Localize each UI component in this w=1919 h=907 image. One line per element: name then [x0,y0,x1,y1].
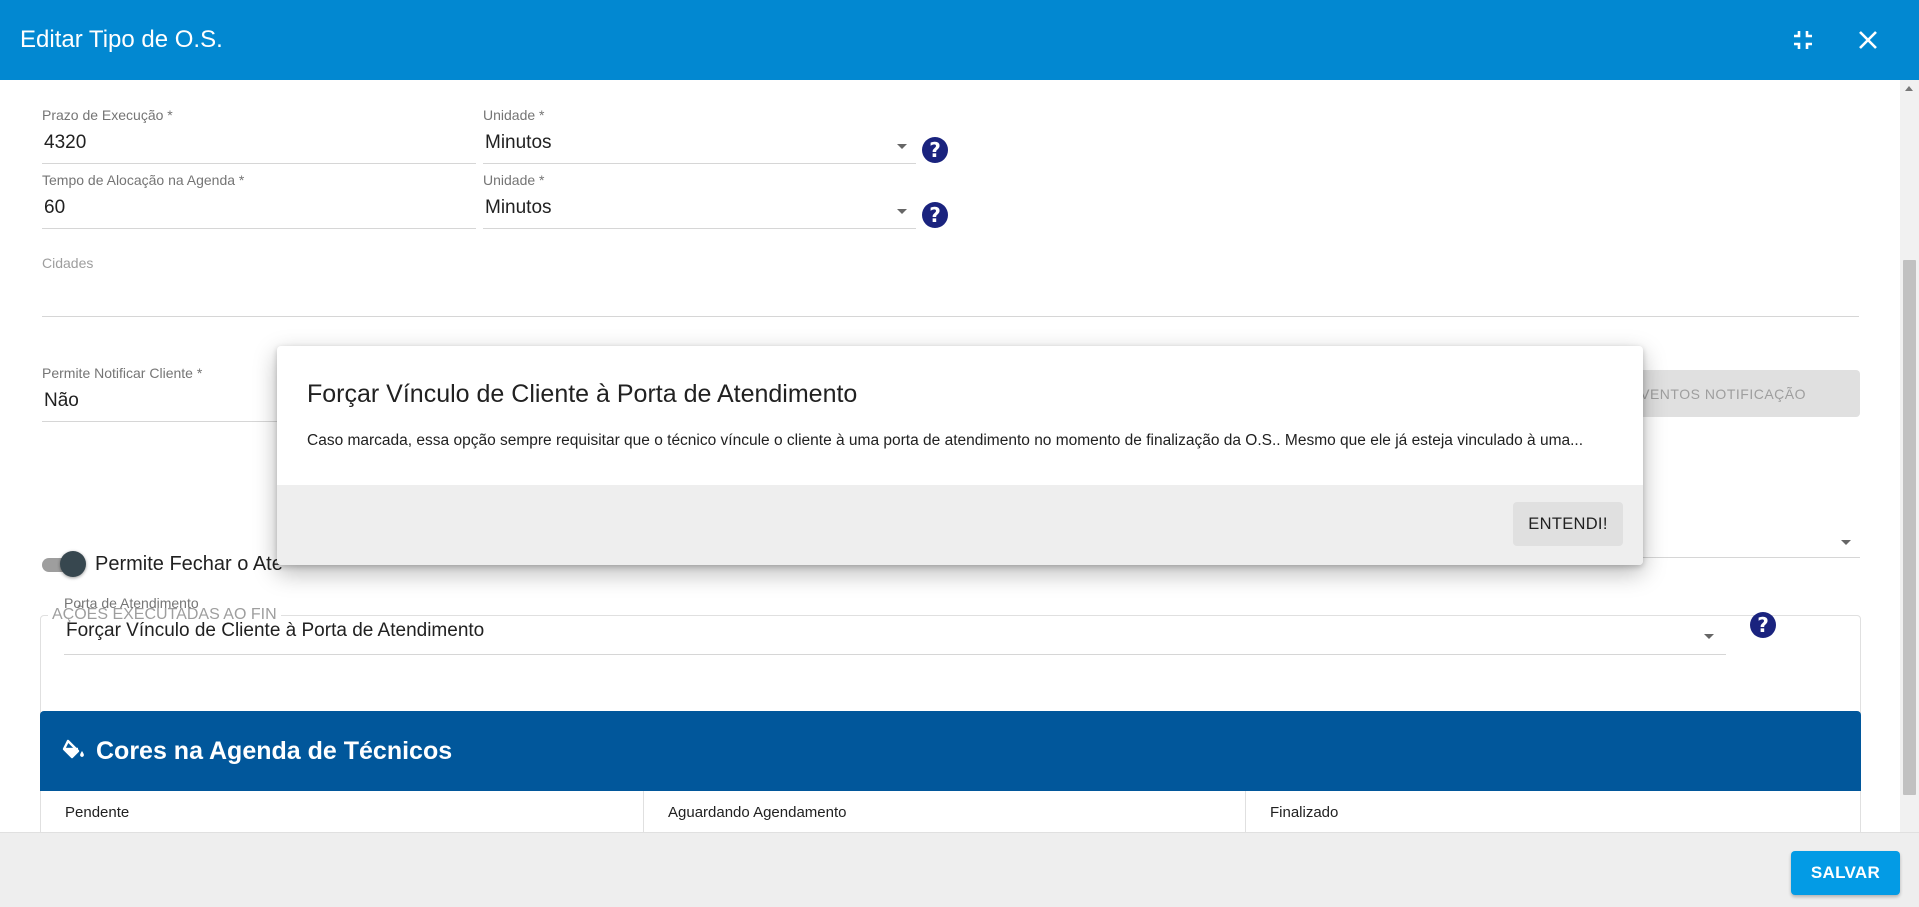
prazo-execucao-field[interactable]: Prazo de Execução * 4320 [42,106,476,164]
prazo-unidade-label: Unidade * [483,107,545,123]
select-field-right[interactable] [1640,520,1860,558]
help-icon[interactable]: ? [1750,612,1776,638]
permite-fechar-label: Permite Fechar o Ate [95,553,283,575]
dialog-footer: SALVAR [0,832,1919,907]
cidades-field[interactable]: Cidades [42,254,1859,317]
compress-button[interactable] [1783,20,1823,60]
save-button[interactable]: SALVAR [1791,851,1900,895]
eventos-notificacao-label: EVENTOS NOTIFICAÇÃO [1630,385,1806,402]
cores-agenda-title: Cores na Agenda de Técnicos [96,737,453,765]
column-aguardando: Aguardando Agendamento [668,804,847,821]
help-icon[interactable]: ? [922,202,948,228]
column-pendente: Pendente [65,804,130,821]
permite-notificar-select[interactable]: Permite Notificar Cliente * Não [42,364,282,422]
cidades-label: Cidades [42,255,94,271]
close-icon [1859,31,1877,49]
field-underline [1640,557,1860,558]
porta-atendimento-label: Porta de Atendimento [64,595,199,611]
tempo-alocacao-field[interactable]: Tempo de Alocação na Agenda * 60 [42,171,476,229]
field-underline [42,421,282,422]
scrollbar-thumb[interactable] [1903,260,1916,795]
help-modal: Forçar Vínculo de Cliente à Porta de Ate… [277,346,1643,565]
cores-columns: Pendente Aguardando Agendamento Finaliza… [40,791,1861,832]
help-icon[interactable]: ? [922,137,948,163]
prazo-execucao-value: 4320 [44,132,87,153]
dialog-title: Editar Tipo de O.S. [20,26,223,53]
modal-text: Caso marcada, essa opção sempre requisit… [307,432,1584,449]
prazo-unidade-value: Minutos [485,132,552,153]
permite-notificar-value: Não [44,390,79,411]
tempo-unidade-select[interactable]: Unidade * Minutos [483,171,916,229]
field-underline [42,316,1859,317]
prazo-execucao-label: Prazo de Execução * [42,107,173,123]
tempo-unidade-value: Minutos [485,197,552,218]
permite-notificar-label: Permite Notificar Cliente * [42,365,203,381]
field-underline [64,654,1726,655]
field-underline [42,163,476,164]
porta-atendimento-value: Forçar Vínculo de Cliente à Porta de Ate… [66,620,485,641]
chevron-down-icon [897,144,907,149]
dialog-header: Editar Tipo de O.S. [0,0,1919,80]
tempo-alocacao-value: 60 [44,197,66,218]
tempo-alocacao-label: Tempo de Alocação na Agenda * [42,172,245,188]
toggle-knob [60,551,86,577]
tempo-unidade-label: Unidade * [483,172,545,188]
chevron-down-icon [897,209,907,214]
cores-agenda-header: Cores na Agenda de Técnicos [40,711,1861,791]
permite-fechar-toggle[interactable] [40,551,86,577]
paint-bucket-icon [62,739,84,759]
scroll-up-icon[interactable] [1905,86,1913,91]
porta-atendimento-select[interactable]: Porta de Atendimento Forçar Vínculo de C… [64,594,1726,655]
close-button[interactable] [1848,20,1888,60]
entendi-button[interactable]: ENTENDI! [1513,502,1623,546]
field-underline [483,228,916,229]
modal-footer: ENTENDI! [277,485,1643,565]
scrollbar[interactable] [1900,80,1919,832]
column-finalizado: Finalizado [1270,804,1339,821]
prazo-unidade-select[interactable]: Unidade * Minutos [483,106,916,164]
chevron-down-icon [1704,634,1714,639]
modal-title: Forçar Vínculo de Cliente à Porta de Ate… [307,380,858,408]
field-underline [483,163,916,164]
compress-icon [1794,31,1812,49]
chevron-down-icon [1841,540,1851,545]
field-underline [42,228,476,229]
